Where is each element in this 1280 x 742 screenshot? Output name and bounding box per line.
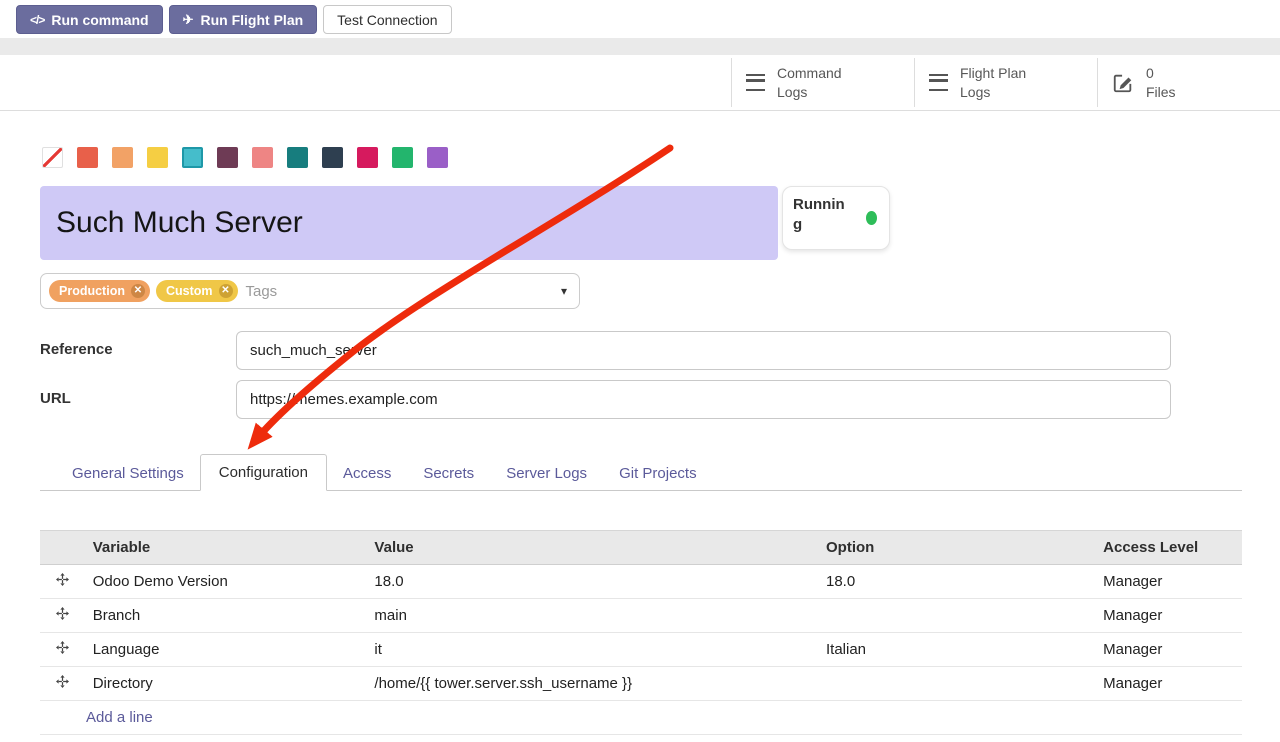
color-swatch[interactable] — [322, 147, 343, 168]
color-picker — [42, 147, 448, 168]
cell-variable[interactable]: Language — [85, 633, 367, 667]
header-bar: Command Logs Flight Plan Logs 0 Files — [0, 55, 1280, 111]
reference-label: Reference — [40, 331, 236, 370]
tab-access[interactable]: Access — [327, 457, 407, 490]
color-swatch[interactable] — [252, 147, 273, 168]
reference-input[interactable]: such_much_server — [236, 331, 1171, 370]
cell-access-level[interactable]: Manager — [1095, 565, 1242, 599]
cell-value[interactable]: main — [366, 599, 818, 633]
command-logs-label-line1: Command — [777, 64, 842, 82]
status-badge[interactable]: Running — [782, 186, 890, 250]
tab-secrets[interactable]: Secrets — [407, 457, 490, 490]
table-row: Directory /home/{{ tower.server.ssh_user… — [40, 667, 1242, 701]
status-label: Running — [793, 195, 845, 236]
table-header-row: Variable Value Option Access Level — [40, 531, 1242, 565]
test-connection-label: Test Connection — [337, 12, 437, 28]
files-label: Files — [1146, 83, 1176, 101]
server-form-page: </> Run command ✈ Run Flight Plan Test C… — [0, 0, 1280, 742]
cell-option[interactable] — [818, 599, 1095, 633]
configuration-table: Variable Value Option Access Level Odoo … — [40, 530, 1242, 735]
run-command-label: Run command — [51, 12, 148, 28]
chevron-down-icon[interactable]: ▾ — [561, 284, 567, 298]
cell-option[interactable]: 18.0 — [818, 565, 1095, 599]
plane-icon: ✈ — [183, 12, 194, 28]
code-icon: </> — [30, 13, 44, 27]
top-toolbar: </> Run command ✈ Run Flight Plan Test C… — [16, 5, 452, 34]
color-swatch[interactable] — [287, 147, 308, 168]
remove-tag-icon[interactable]: ✕ — [219, 284, 233, 298]
add-a-line-link[interactable]: Add a line — [40, 701, 1242, 735]
url-field-row: URL https://memes.example.com — [40, 380, 1171, 419]
test-connection-button[interactable]: Test Connection — [323, 5, 451, 34]
flight-plan-logs-label-line2: Logs — [960, 83, 1026, 101]
table-row: Branch main Manager — [40, 599, 1242, 633]
tab-server-logs[interactable]: Server Logs — [490, 457, 603, 490]
edit-pencil-icon — [1112, 72, 1134, 94]
tab-configuration[interactable]: Configuration — [200, 454, 327, 491]
handle-column-header — [40, 531, 85, 565]
color-swatch[interactable] — [77, 147, 98, 168]
url-label: URL — [40, 380, 236, 419]
drag-handle-icon[interactable] — [40, 633, 85, 667]
color-swatch[interactable] — [427, 147, 448, 168]
cell-access-level[interactable]: Manager — [1095, 599, 1242, 633]
files-count: 0 — [1146, 64, 1176, 82]
cell-option[interactable] — [818, 667, 1095, 701]
cell-option[interactable]: Italian — [818, 633, 1095, 667]
command-logs-label-line2: Logs — [777, 83, 842, 101]
cell-variable[interactable]: Odoo Demo Version — [85, 565, 367, 599]
status-dot — [866, 211, 877, 225]
notebook-tabs: General Settings Configuration Access Se… — [40, 454, 1242, 491]
color-swatch[interactable] — [147, 147, 168, 168]
drag-handle-icon[interactable] — [40, 599, 85, 633]
reference-field-row: Reference such_much_server — [40, 331, 1171, 370]
server-name-input[interactable]: Such Much Server — [40, 186, 778, 260]
color-swatch-none[interactable] — [42, 147, 63, 168]
table-row: Odoo Demo Version 18.0 18.0 Manager — [40, 565, 1242, 599]
tab-git-projects[interactable]: Git Projects — [603, 457, 713, 490]
tag-label: Custom — [166, 284, 213, 298]
cell-variable[interactable]: Branch — [85, 599, 367, 633]
column-header-variable: Variable — [85, 531, 367, 565]
flight-plan-logs-label-line1: Flight Plan — [960, 64, 1026, 82]
tags-input[interactable]: Production ✕ Custom ✕ Tags ▾ — [40, 273, 580, 309]
cell-value[interactable]: /home/{{ tower.server.ssh_username }} — [366, 667, 818, 701]
cell-variable[interactable]: Directory — [85, 667, 367, 701]
stat-button-group: Command Logs Flight Plan Logs 0 Files — [731, 58, 1280, 107]
menu-icon — [746, 74, 765, 91]
color-swatch[interactable] — [357, 147, 378, 168]
drag-handle-icon[interactable] — [40, 565, 85, 599]
flight-plan-logs-button[interactable]: Flight Plan Logs — [914, 58, 1097, 107]
tag-pill: Custom ✕ — [156, 280, 238, 302]
column-header-value: Value — [366, 531, 818, 565]
color-swatch[interactable] — [392, 147, 413, 168]
cell-value[interactable]: 18.0 — [366, 565, 818, 599]
tab-general-settings[interactable]: General Settings — [56, 457, 200, 490]
title-row: Such Much Server Running — [40, 186, 890, 260]
tag-pill: Production ✕ — [49, 280, 150, 302]
tag-label: Production — [59, 284, 125, 298]
tags-placeholder: Tags — [246, 283, 278, 300]
url-input[interactable]: https://memes.example.com — [236, 380, 1171, 419]
command-logs-button[interactable]: Command Logs — [731, 58, 914, 107]
color-swatch-selected[interactable] — [182, 147, 203, 168]
files-button[interactable]: 0 Files — [1097, 58, 1280, 107]
run-command-button[interactable]: </> Run command — [16, 5, 163, 34]
column-header-option: Option — [818, 531, 1095, 565]
run-flight-plan-button[interactable]: ✈ Run Flight Plan — [169, 5, 318, 34]
table-row: Language it Italian Manager — [40, 633, 1242, 667]
separator-strip — [0, 38, 1280, 55]
drag-handle-icon[interactable] — [40, 667, 85, 701]
remove-tag-icon[interactable]: ✕ — [131, 284, 145, 298]
color-swatch[interactable] — [112, 147, 133, 168]
column-header-access-level: Access Level — [1095, 531, 1242, 565]
menu-icon — [929, 74, 948, 91]
run-flight-plan-label: Run Flight Plan — [201, 12, 304, 28]
cell-access-level[interactable]: Manager — [1095, 633, 1242, 667]
cell-value[interactable]: it — [366, 633, 818, 667]
color-swatch[interactable] — [217, 147, 238, 168]
cell-access-level[interactable]: Manager — [1095, 667, 1242, 701]
add-line-row: Add a line — [40, 701, 1242, 735]
